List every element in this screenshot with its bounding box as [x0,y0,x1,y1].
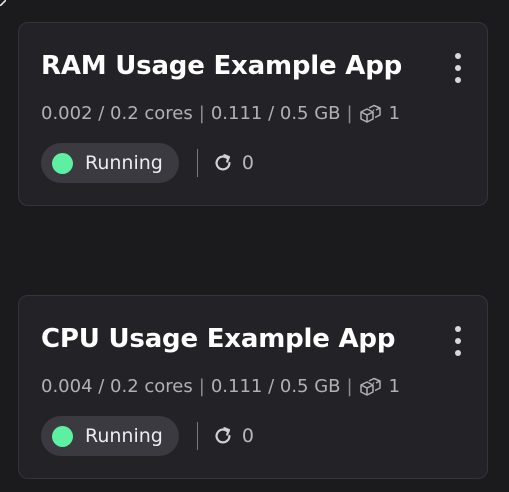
memory-usage: 0.111 / 0.5 GB [210,376,341,397]
corner-glyph-icon [0,0,6,6]
resource-stats: 0.004 / 0.2 cores | 0.111 / 0.5 GB | 1 [41,376,400,397]
resource-stats: 0.002 / 0.2 cores | 0.111 / 0.5 GB | 1 [41,103,400,124]
app-card[interactable]: CPU Usage Example App 0.004 / 0.2 cores … [18,295,488,479]
refresh-icon [215,154,231,171]
kebab-menu-icon[interactable] [447,53,469,83]
status-divider [196,422,198,450]
replica-count: 1 [388,103,401,124]
app-title: CPU Usage Example App [41,324,396,354]
status-row: Running 0 [41,143,254,183]
app-list: RAM Usage Example App 0.002 / 0.2 cores … [0,0,509,492]
memory-usage: 0.111 / 0.5 GB [210,103,341,124]
replica-count: 1 [388,376,401,397]
stats-divider: | [346,103,353,124]
stats-divider: | [346,376,353,397]
cpu-usage: 0.004 / 0.2 cores [41,376,193,397]
status-indicator [52,425,73,447]
status-row: Running 0 [41,416,254,456]
app-title: RAM Usage Example App [41,51,403,81]
status-label: Running [85,152,163,174]
cpu-usage: 0.002 / 0.2 cores [41,103,193,124]
status-badge[interactable]: Running [41,416,179,456]
app-card[interactable]: RAM Usage Example App 0.002 / 0.2 cores … [18,22,488,206]
cubes-icon [359,104,381,123]
refresh-icon [215,427,231,444]
status-divider [196,149,198,177]
restart-count: 0 [241,152,254,174]
status-indicator [52,152,73,174]
stats-divider: | [198,103,205,124]
restart-count: 0 [241,425,254,447]
cubes-icon [359,377,381,396]
kebab-menu-icon[interactable] [447,326,469,356]
status-label: Running [85,425,163,447]
stats-divider: | [198,376,205,397]
status-badge[interactable]: Running [41,143,179,183]
